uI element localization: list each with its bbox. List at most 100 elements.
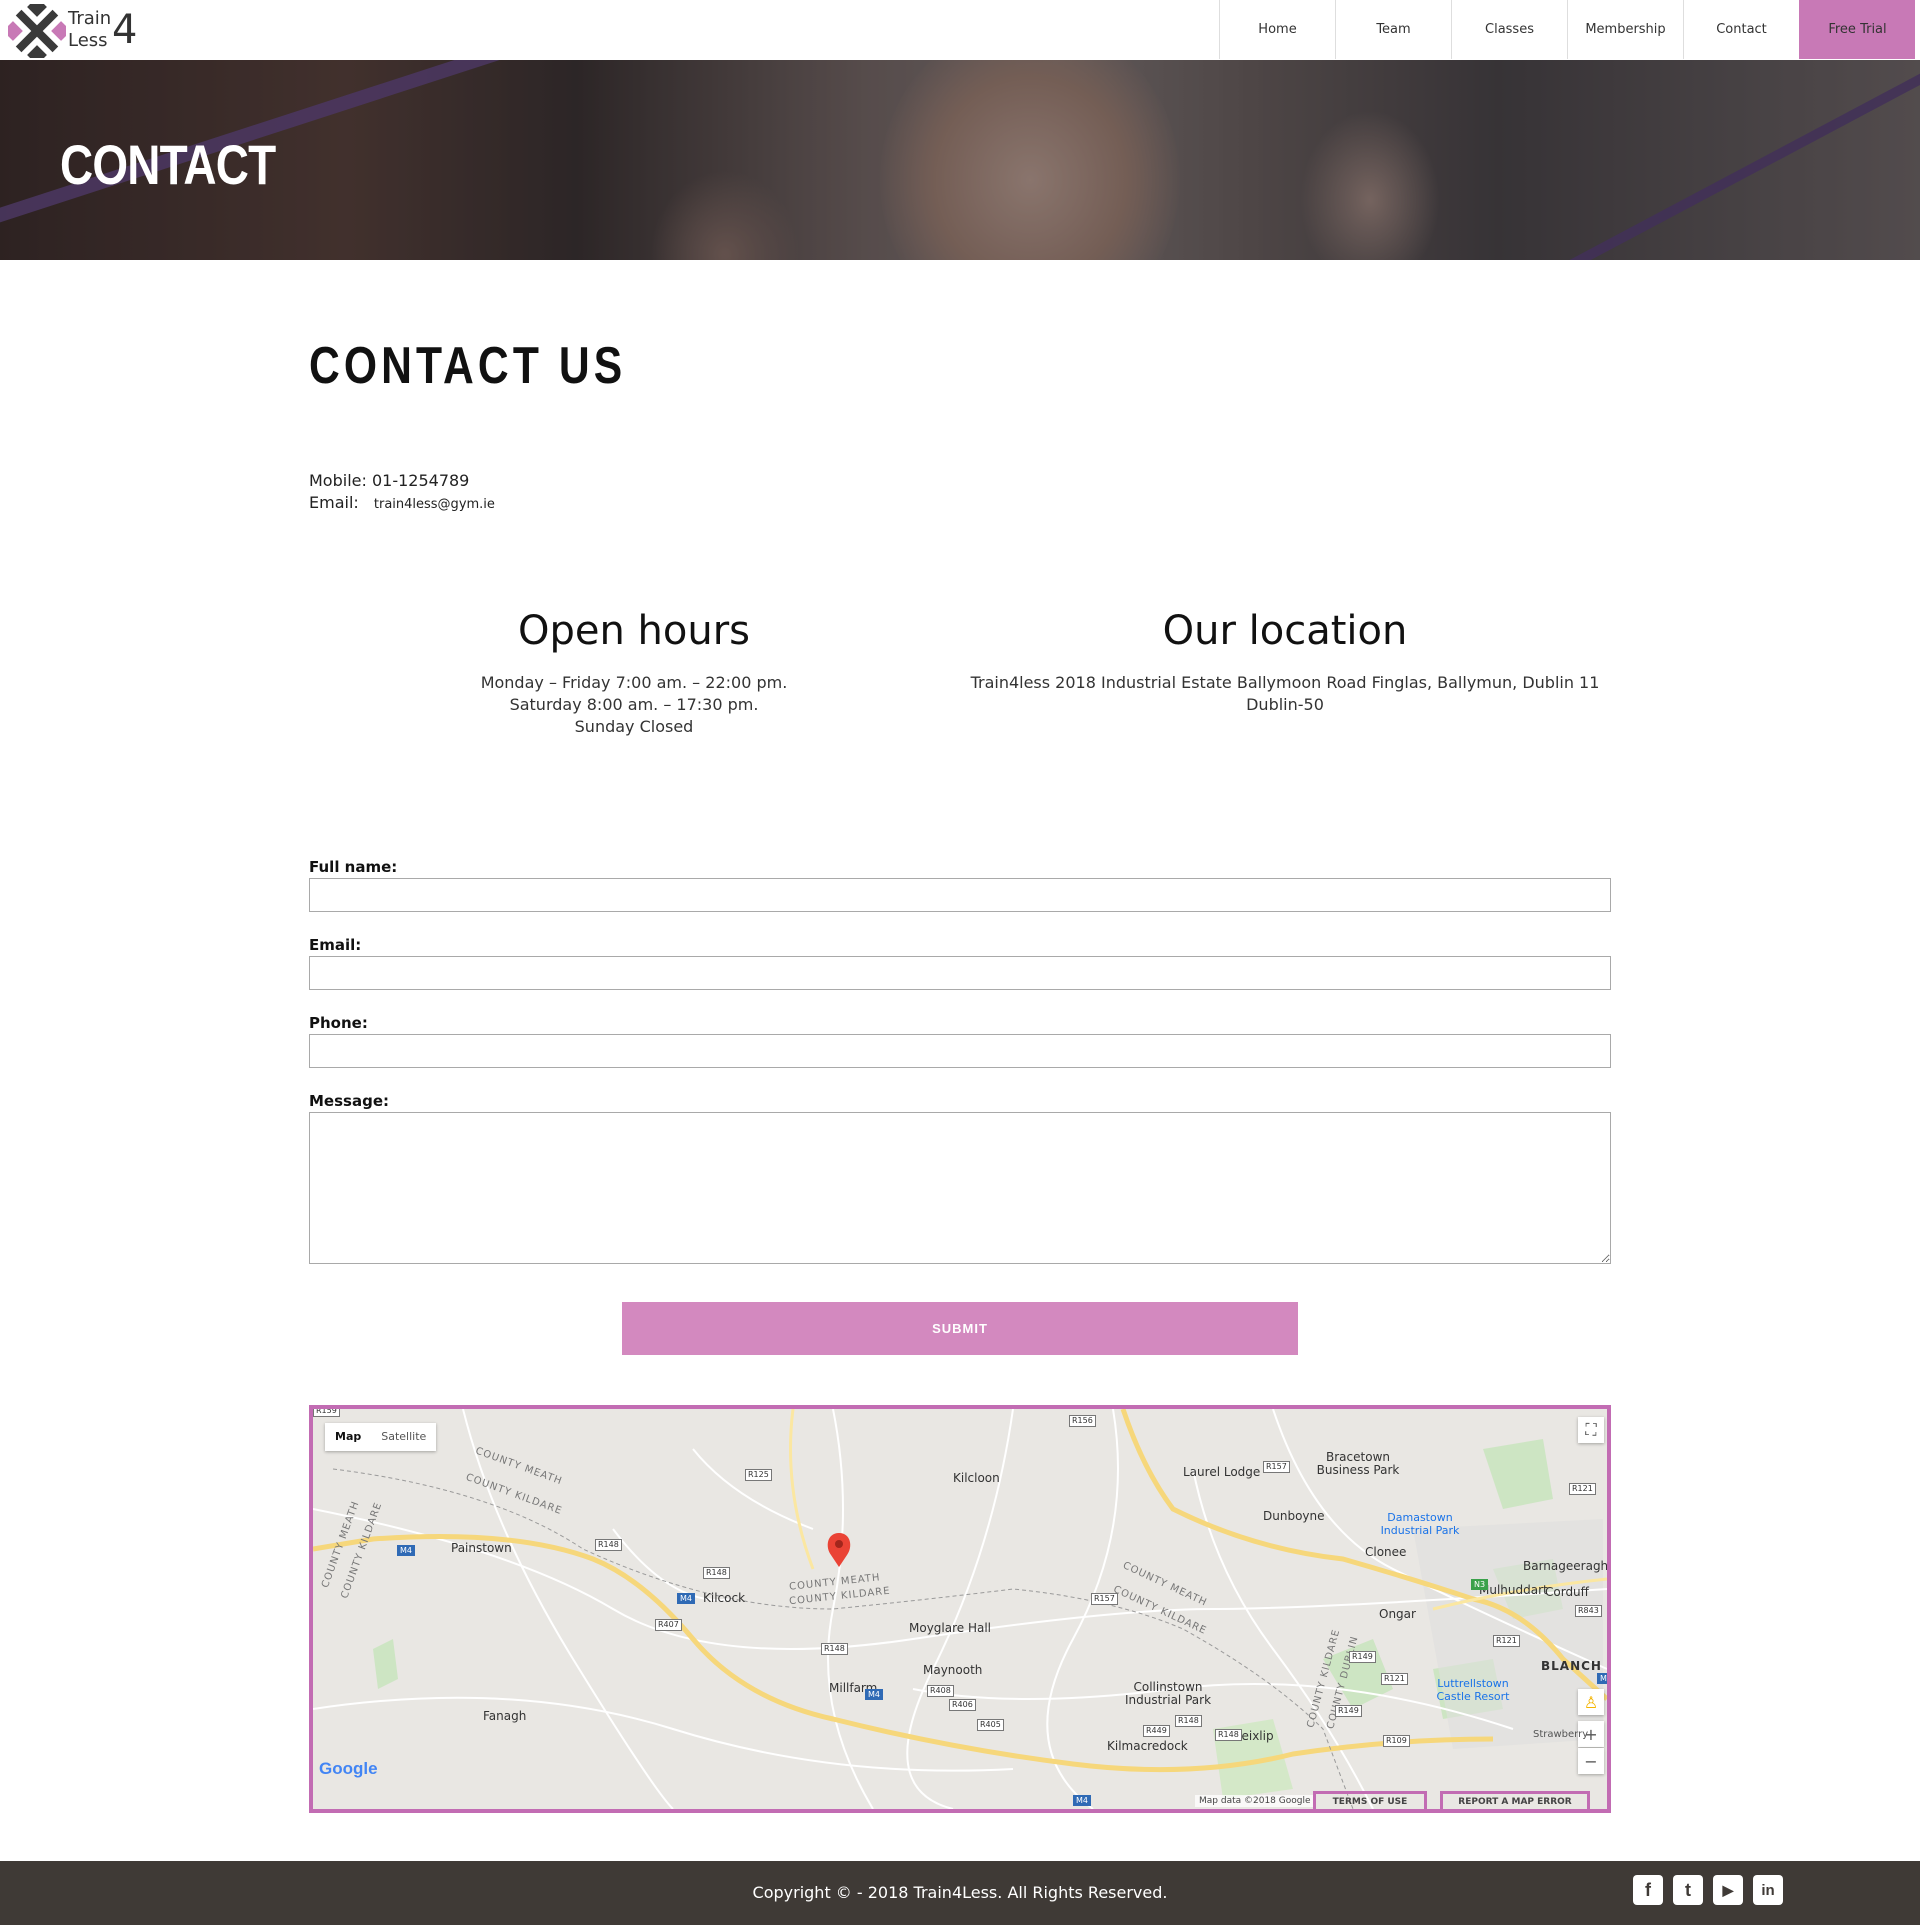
map-road-label: R406 (949, 1699, 976, 1711)
map-road-label: R407 (655, 1619, 682, 1631)
map-motorway-label: M5 (1597, 1673, 1607, 1684)
map-attribution: Map data ©2018 Google (1195, 1795, 1315, 1807)
social-links: f t ▶ in (1633, 1875, 1783, 1905)
map-place-label: Clonee (1365, 1545, 1407, 1559)
google-logo[interactable]: Google (319, 1759, 378, 1779)
site-logo[interactable]: Train Less 4 (8, 4, 143, 58)
email-value[interactable]: train4less@gym.ie (374, 497, 495, 512)
email-label: Email: (309, 493, 359, 512)
map-type-satellite[interactable]: Satellite (371, 1423, 436, 1451)
map-place-label: Moyglare Hall (909, 1621, 992, 1635)
logo-word-less: Less (68, 30, 108, 51)
map-poi-label: Luttrellstown Castle Resort (1436, 1677, 1510, 1703)
map-place-label: Corduff (1545, 1585, 1589, 1599)
map-road-label: R843 (1575, 1605, 1602, 1617)
nav-team[interactable]: Team (1335, 0, 1451, 59)
map-place-label: Painstown (451, 1541, 512, 1555)
site-footer: Copyright © - 2018 Train4Less. All Right… (0, 1861, 1920, 1925)
map-road-label: R109 (1383, 1735, 1410, 1747)
map-road-label: R148 (1215, 1729, 1242, 1741)
email-row: Email: train4less@gym.ie (309, 492, 495, 516)
map-motorway-label: M4 (1073, 1795, 1091, 1806)
map-terms-link[interactable]: TERMS OF USE (1313, 1791, 1427, 1809)
submit-button[interactable]: SUBMIT (622, 1302, 1298, 1355)
map-road-label: R157 (1091, 1593, 1118, 1605)
hero-overlay (0, 60, 1920, 260)
map-type-map[interactable]: Map (325, 1423, 371, 1451)
map-place-label: BLANCH (1541, 1659, 1602, 1673)
map-road-label: R449 (1143, 1725, 1170, 1737)
hero-title: CONTACT (60, 133, 276, 196)
hours-sunday: Sunday Closed (574, 717, 694, 736)
phone-label: Phone: (309, 1014, 368, 1032)
map-motorway-label: M4 (397, 1545, 415, 1556)
map-place-label: Kilmacredock (1107, 1739, 1188, 1753)
mobile-row: Mobile: 01-1254789 (309, 470, 495, 492)
message-label: Message: (309, 1092, 389, 1110)
fullname-label: Full name: (309, 858, 398, 876)
hero-banner: CONTACT (0, 60, 1920, 260)
contact-details: Mobile: 01-1254789 Email: train4less@gym… (309, 470, 495, 516)
open-hours-title: Open hours (517, 608, 750, 654)
map-place-label: Kilcock (703, 1591, 746, 1605)
twitter-icon[interactable]: t (1673, 1875, 1703, 1905)
email-field-label: Email: (309, 936, 362, 954)
message-textarea[interactable] (309, 1112, 1611, 1264)
fullscreen-icon[interactable]: ⛶ (1578, 1417, 1604, 1443)
map-motorway-label: M4 (677, 1593, 695, 1604)
fullname-input[interactable] (309, 878, 1611, 912)
nav-membership[interactable]: Membership (1567, 0, 1683, 59)
location-map[interactable]: Map Satellite ⛶ ♙ + − Kilcloon Laurel Lo… (309, 1405, 1611, 1813)
contact-form: Full name: Email: Phone: Message: (309, 858, 1611, 1268)
email-input[interactable] (309, 956, 1611, 990)
map-place-label: Barnageeragh (1523, 1559, 1609, 1573)
map-place-label: Strawberry (1533, 1729, 1589, 1740)
dumbbell-logo-icon (8, 4, 66, 58)
facebook-icon[interactable]: f (1633, 1875, 1663, 1905)
map-road-label: R159 (313, 1409, 340, 1417)
phone-input[interactable] (309, 1034, 1611, 1068)
location-address: Train4less 2018 Industrial Estate Ballym… (970, 673, 1600, 692)
map-road-label: R148 (703, 1567, 730, 1579)
zoom-out-button[interactable]: − (1578, 1748, 1604, 1774)
map-road-label: R148 (595, 1539, 622, 1551)
mobile-value: 01-1254789 (371, 471, 470, 490)
linkedin-icon[interactable]: in (1753, 1875, 1783, 1905)
map-road-label: R148 (821, 1643, 848, 1655)
page-heading: CONTACT US (309, 337, 627, 395)
map-road-label: R148 (1175, 1715, 1202, 1727)
map-place-label: Dunboyne (1263, 1509, 1325, 1523)
youtube-icon[interactable]: ▶ (1713, 1875, 1743, 1905)
map-road-label: R121 (1569, 1483, 1596, 1495)
map-road-label: R149 (1335, 1705, 1362, 1717)
main-nav: Home Team Classes Membership Contact Fre… (1219, 0, 1915, 59)
map-road-label: R125 (745, 1469, 772, 1481)
nav-contact[interactable]: Contact (1683, 0, 1799, 59)
map-road-label: R149 (1349, 1651, 1376, 1663)
logo-number: 4 (112, 7, 138, 53)
map-road-label: R408 (927, 1685, 954, 1697)
map-place-label: Kilcloon (953, 1471, 1000, 1485)
nav-classes[interactable]: Classes (1451, 0, 1567, 59)
location-postcode: Dublin-50 (1246, 695, 1324, 714)
map-place-label: Maynooth (923, 1663, 983, 1677)
map-place-label: Mulhuddart (1479, 1583, 1548, 1597)
mobile-label: Mobile: (309, 471, 367, 490)
map-motorway-label: M4 (865, 1689, 883, 1700)
map-type-toggle: Map Satellite (325, 1423, 437, 1451)
map-motorway-label: N3 (1471, 1579, 1489, 1590)
hours-saturday: Saturday 8:00 am. – 17:30 pm. (509, 695, 759, 714)
nav-home[interactable]: Home (1219, 0, 1335, 59)
map-road-label: R121 (1381, 1673, 1408, 1685)
copyright-text: Copyright © - 2018 Train4Less. All Right… (752, 1883, 1168, 1902)
top-navigation-bar: Train Less 4 Home Team Classes Membershi… (0, 0, 1920, 61)
location-title: Our location (1162, 608, 1408, 654)
nav-free-trial-button[interactable]: Free Trial (1799, 0, 1915, 59)
logo-word-train: Train (68, 8, 112, 29)
map-place-label: Fanagh (483, 1709, 527, 1723)
hours-weekday: Monday – Friday 7:00 am. – 22:00 pm. (480, 673, 788, 692)
map-place-label: Ongar (1379, 1607, 1416, 1621)
street-view-pegman-icon[interactable]: ♙ (1578, 1689, 1604, 1715)
map-report-error-link[interactable]: REPORT A MAP ERROR (1440, 1791, 1590, 1809)
map-place-label: Collinstown Industrial Park (1124, 1680, 1212, 1707)
